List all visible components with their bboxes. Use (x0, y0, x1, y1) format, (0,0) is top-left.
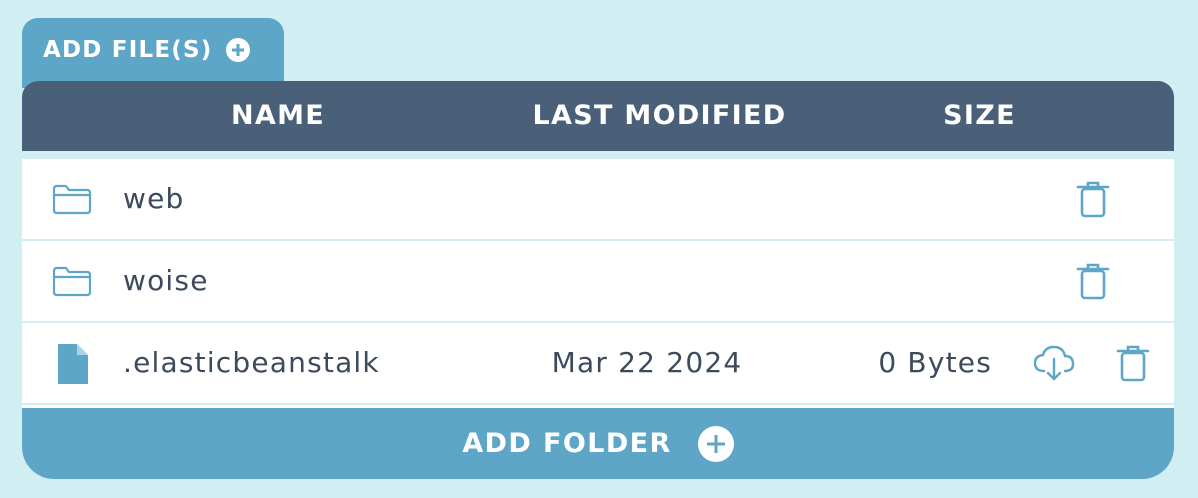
table-row[interactable]: web (22, 159, 1174, 241)
add-folder-button[interactable]: ADD FOLDER (22, 408, 1174, 479)
folder-icon (52, 266, 92, 297)
column-header-last-modified[interactable]: LAST MODIFIED (502, 81, 817, 151)
file-table: NAME LAST MODIFIED SIZE web woise .elast… (22, 81, 1174, 479)
add-files-label: ADD FILE(S) (43, 37, 213, 63)
folder-icon (52, 184, 92, 215)
cloud-download-icon[interactable] (1032, 343, 1076, 383)
column-header-size[interactable]: SIZE (902, 81, 1057, 151)
table-row[interactable]: .elasticbeanstalk Mar 22 2024 0 Bytes (22, 323, 1174, 405)
row-name[interactable]: woise (123, 241, 209, 321)
row-name[interactable]: .elasticbeanstalk (123, 323, 380, 403)
trash-icon[interactable] (1076, 179, 1110, 219)
row-name[interactable]: web (123, 159, 185, 239)
row-last-modified: Mar 22 2024 (551, 346, 743, 379)
column-header-name[interactable]: NAME (178, 81, 378, 151)
trash-icon[interactable] (1116, 343, 1150, 383)
add-files-tab[interactable]: ADD FILE(S) (22, 18, 284, 88)
plus-circle-icon (226, 38, 251, 62)
trash-icon[interactable] (1076, 261, 1110, 301)
plus-circle-icon (697, 425, 734, 462)
header-divider (22, 151, 1174, 159)
table-header: NAME LAST MODIFIED SIZE (22, 81, 1174, 151)
file-icon (58, 344, 88, 384)
row-size: 0 Bytes (878, 346, 992, 379)
add-folder-label: ADD FOLDER (462, 428, 672, 459)
table-row[interactable]: woise (22, 241, 1174, 323)
